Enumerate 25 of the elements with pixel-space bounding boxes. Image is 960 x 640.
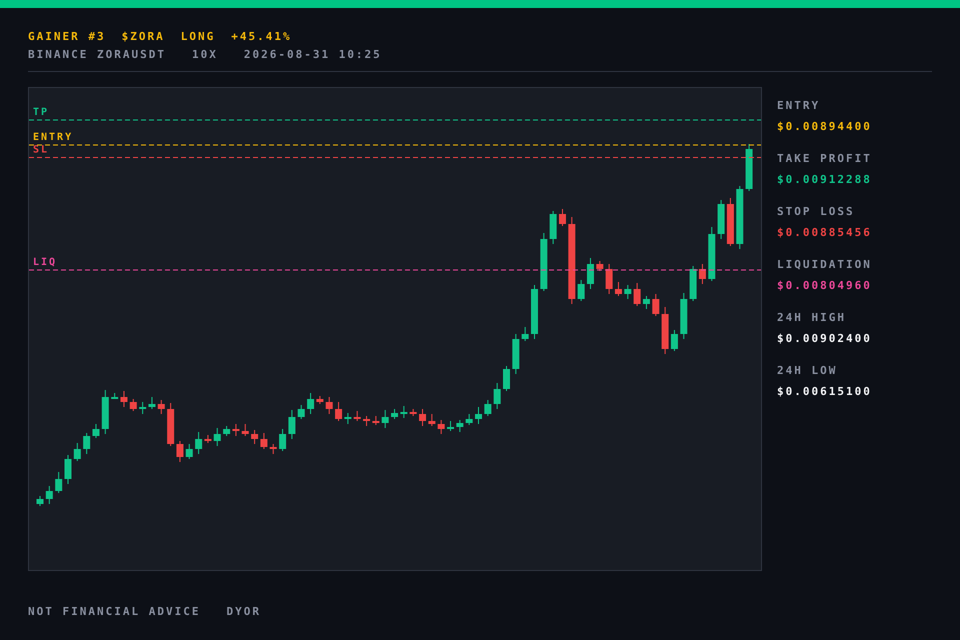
stat-value: $0.00885456 [777,226,872,239]
stat-label: ENTRY [777,99,822,112]
stat-label: TAKE PROFIT [777,152,872,165]
stat-value: $0.00804960 [777,279,872,292]
level-label: TP [33,107,50,118]
stat-value: $0.00615100 [777,385,872,398]
header-tag: $ZORA [122,30,165,46]
level-label: SL [33,144,50,156]
header-tag: +45.41% [231,30,292,46]
stat-label: LIQUIDATION [777,258,872,271]
stat-label: STOP LOSS [777,205,856,218]
header-tag: LONG [180,30,216,46]
level-label: LIQ [33,257,58,268]
stat-value: $0.00902400 [777,332,872,345]
disclaimer-text: NOT FINANCIAL ADVICE [28,605,200,618]
level-label: ENTRY [33,132,74,143]
stat-label: 24H HIGH [777,311,847,324]
stat-value: $0.00912288 [777,173,872,186]
header-tag: GAINER #3 [28,30,106,46]
header-meta: 2026-08-31 10:25 [244,48,382,61]
header-meta: 10X [192,48,218,61]
stat-value: $0.00894400 [777,120,872,133]
header-meta: BINANCE ZORAUSDT [28,48,166,61]
stat-label: 24H LOW [777,364,838,377]
disclaimer-text: DYOR [226,605,261,618]
